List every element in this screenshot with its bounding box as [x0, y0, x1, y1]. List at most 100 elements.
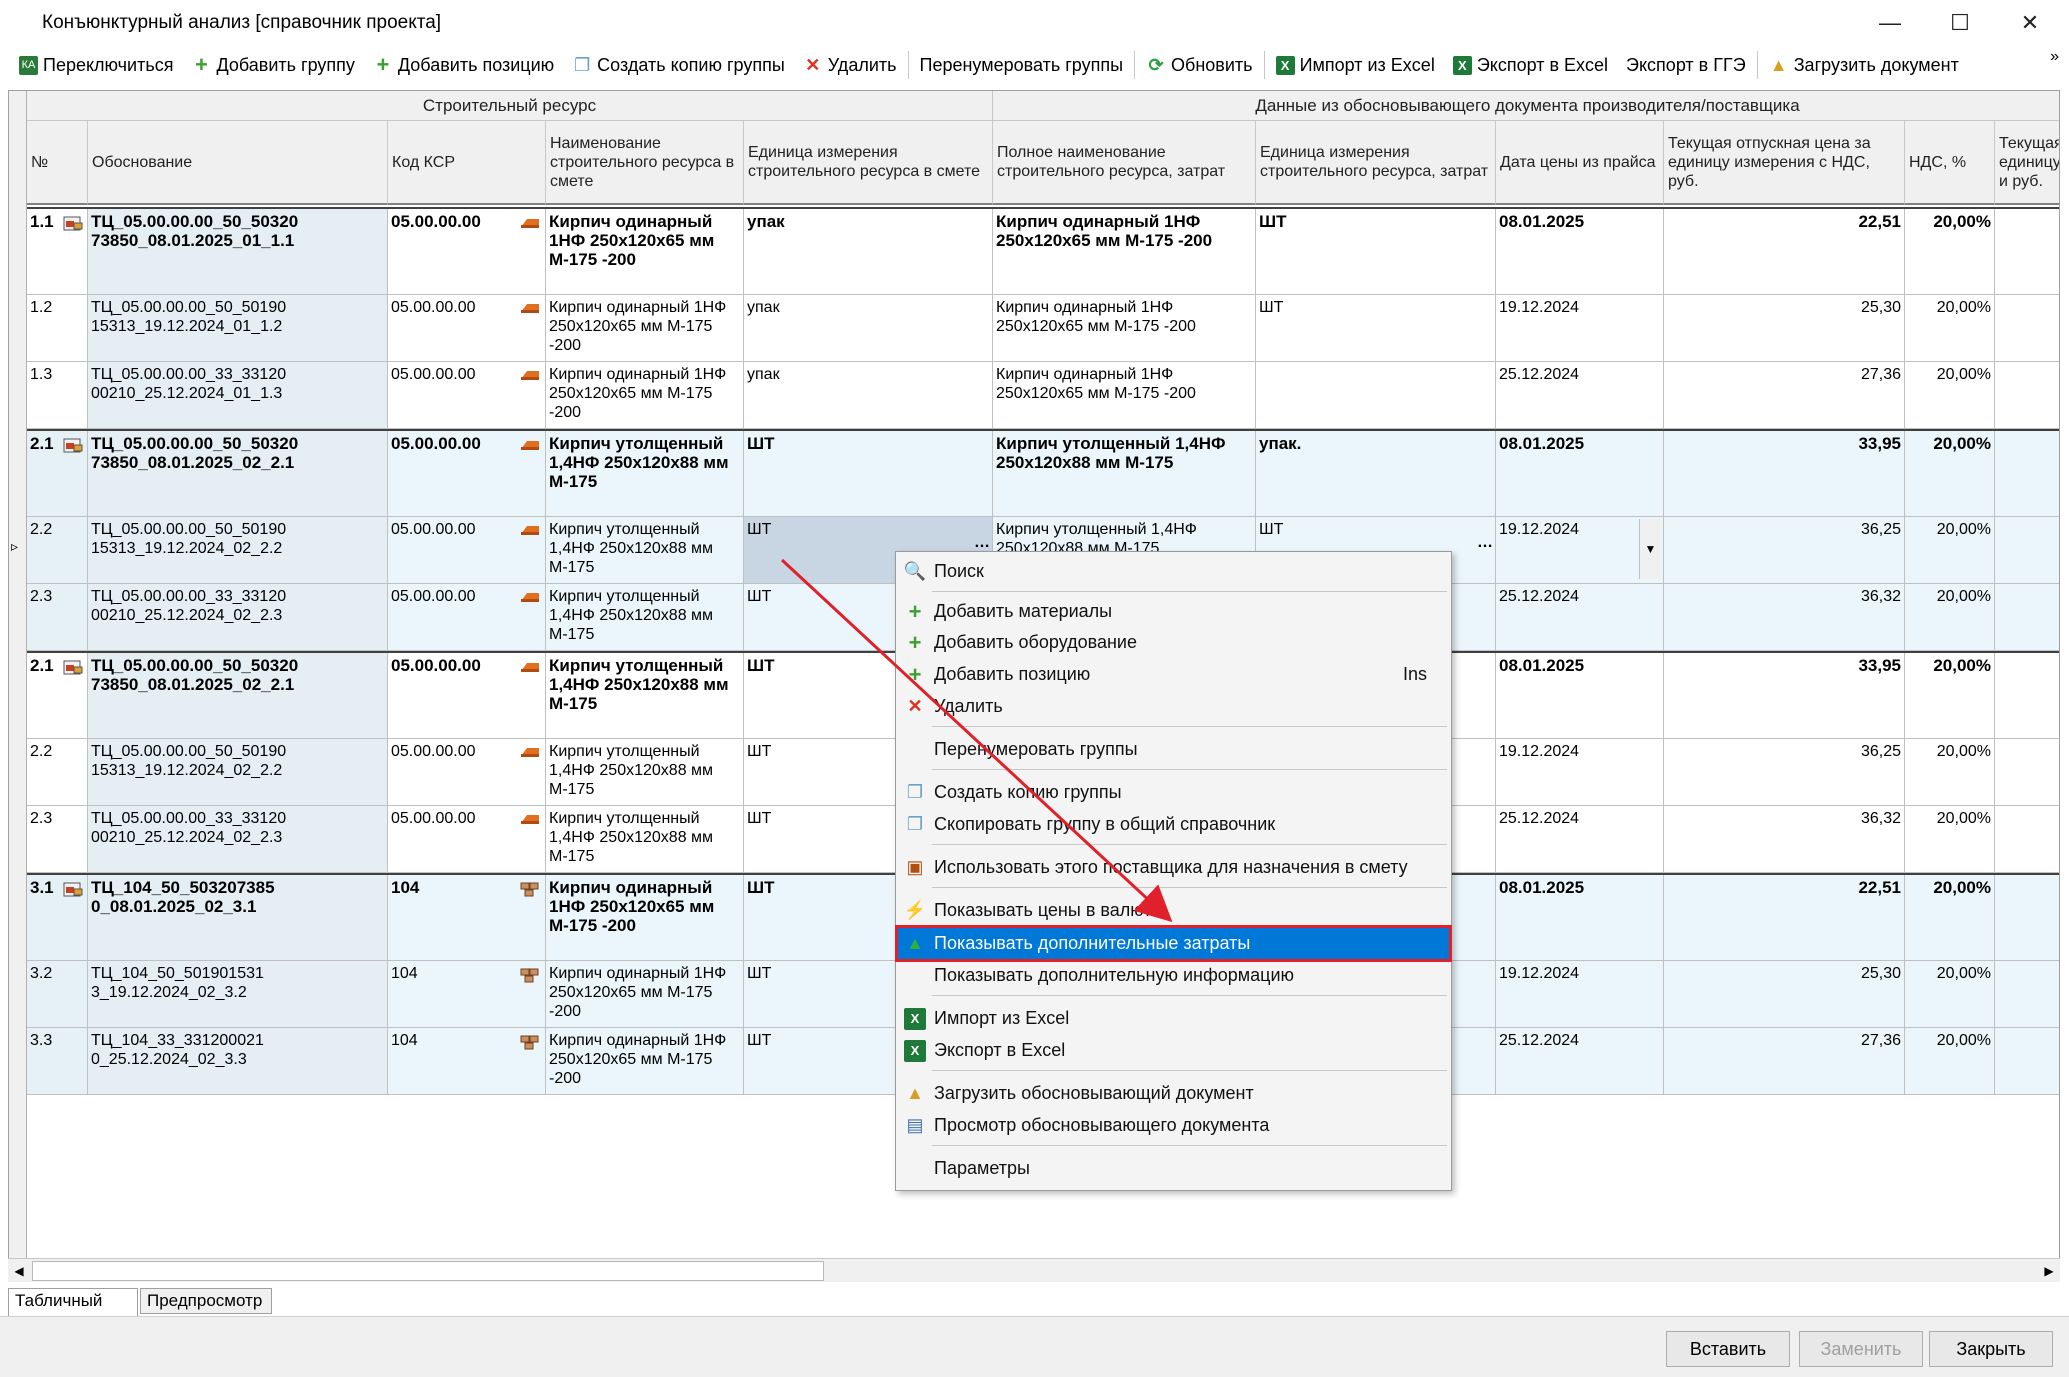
cell-num[interactable]: 2.2	[27, 739, 88, 806]
export-gge-button[interactable]: Экспорт в ГГЭ	[1617, 49, 1755, 81]
menu-item-renumber[interactable]: Перенумеровать группы	[898, 734, 1449, 765]
cell-cur[interactable]	[1995, 584, 2059, 651]
cell-ksr[interactable]: 05.00.00.00	[388, 584, 546, 651]
cell-date[interactable]: 19.12.2024 ▼	[1496, 517, 1664, 584]
cell-basis[interactable]: ТЦ_104_50_503207385 0_08.01.2025_02_3.1	[88, 875, 388, 961]
table-row[interactable]: 1.1 ТЦ_05.00.00.00_50_50320 73850_08.01.2…	[27, 207, 2059, 295]
menu-item-export-excel[interactable]: X Экспорт в Excel	[898, 1035, 1449, 1066]
cell-basis[interactable]: ТЦ_05.00.00.00_50_50320 73850_08.01.2025…	[88, 653, 388, 739]
menu-item-copy-to-common[interactable]: ❐ Скопировать группу в общий справочник	[898, 809, 1449, 840]
cell-ksr[interactable]: 05.00.00.00	[388, 806, 546, 873]
cell-price[interactable]: 22,51	[1664, 875, 1905, 961]
cell-num[interactable]: 2.1	[27, 431, 88, 517]
cell-date[interactable]: 25.12.2024	[1496, 1028, 1664, 1095]
cell-name[interactable]: Кирпич утолщенный 1,4НФ 250х120х88 мм М-…	[546, 739, 744, 806]
cell-ksr[interactable]: 104	[388, 961, 546, 1028]
cell-date[interactable]: 08.01.2025	[1496, 653, 1664, 739]
cell-cur[interactable]	[1995, 295, 2059, 362]
cell-ksr[interactable]: 05.00.00.00	[388, 295, 546, 362]
tab-preview[interactable]: Предпросмотр	[140, 1288, 272, 1314]
menu-item-params[interactable]: Параметры	[898, 1153, 1449, 1184]
cell-date[interactable]: 19.12.2024	[1496, 739, 1664, 806]
cell-ksr[interactable]: 05.00.00.00	[388, 431, 546, 517]
cell-cur[interactable]	[1995, 806, 2059, 873]
cell-date[interactable]: 25.12.2024	[1496, 362, 1664, 429]
cell-date[interactable]: 08.01.2025	[1496, 875, 1664, 961]
cell-fullname[interactable]: Кирпич утолщенный 1,4НФ 250х120х88 мм М-…	[993, 431, 1256, 517]
cell-vat[interactable]: 20,00%	[1905, 295, 1995, 362]
switch-button[interactable]: КА Переключиться	[10, 49, 182, 81]
close-icon[interactable]: ✕	[1995, 0, 2065, 46]
cell-vat[interactable]: 20,00%	[1905, 1028, 1995, 1095]
cell-cur[interactable]	[1995, 1028, 2059, 1095]
cell-ksr[interactable]: 05.00.00.00	[388, 653, 546, 739]
menu-item-show-extra-costs[interactable]: ▲ Показывать дополнительные затраты	[895, 925, 1452, 962]
cell-num[interactable]: 1.2	[27, 295, 88, 362]
cell-name[interactable]: Кирпич утолщенный 1,4НФ 250х120х88 мм М-…	[546, 653, 744, 739]
col-header-vat[interactable]: НДС, %	[1905, 121, 1995, 205]
menu-item-use-supplier[interactable]: ▣ Использовать этого поставщика для назна…	[898, 852, 1449, 883]
cell-num[interactable]: 1.1	[27, 209, 88, 295]
cell-vat[interactable]: 20,00%	[1905, 362, 1995, 429]
horizontal-scrollbar[interactable]: ◀ ▶	[8, 1258, 2060, 1282]
cell-num[interactable]: 2.1	[27, 653, 88, 739]
table-row[interactable]: 1.3 ТЦ_05.00.00.00_33_33120 00210_25.12.2…	[27, 362, 2059, 429]
cell-unit[interactable]: ШТ	[744, 431, 993, 517]
cell-ksr[interactable]: 104	[388, 875, 546, 961]
add-group-button[interactable]: + Добавить группу	[182, 49, 363, 81]
cell-name[interactable]: Кирпич одинарный 1НФ 250х120х65 мм М-175…	[546, 1028, 744, 1095]
cell-unit2[interactable]: ШТ	[1256, 295, 1496, 362]
cell-basis[interactable]: ТЦ_05.00.00.00_50_50190 15313_19.12.2024…	[88, 739, 388, 806]
cell-vat[interactable]: 20,00%	[1905, 875, 1995, 961]
cell-num[interactable]: 3.1	[27, 875, 88, 961]
cell-date[interactable]: 08.01.2025	[1496, 431, 1664, 517]
cell-basis[interactable]: ТЦ_05.00.00.00_50_50320 73850_08.01.2025…	[88, 431, 388, 517]
cell-date[interactable]: 19.12.2024	[1496, 295, 1664, 362]
cell-num[interactable]: 2.3	[27, 584, 88, 651]
insert-button[interactable]: Вставить	[1666, 1331, 1790, 1367]
cell-name[interactable]: Кирпич утолщенный 1,4НФ 250х120х88 мм М-…	[546, 806, 744, 873]
cell-vat[interactable]: 20,00%	[1905, 209, 1995, 295]
cell-cur[interactable]	[1995, 209, 2059, 295]
cell-num[interactable]: 2.2	[27, 517, 88, 584]
cell-num[interactable]: 3.2	[27, 961, 88, 1028]
cell-name[interactable]: Кирпич одинарный 1НФ 250х120х65 мм М-175…	[546, 362, 744, 429]
export-excel-button[interactable]: X Экспорт в Excel	[1444, 49, 1617, 81]
col-header-basis[interactable]: Обоснование	[88, 121, 388, 205]
cell-vat[interactable]: 20,00%	[1905, 431, 1995, 517]
delete-button[interactable]: ✕ Удалить	[794, 49, 906, 81]
cell-price[interactable]: 27,36	[1664, 362, 1905, 429]
col-header-ksr[interactable]: Код КСР	[388, 121, 546, 205]
cell-ksr[interactable]: 05.00.00.00	[388, 517, 546, 584]
col-header-num[interactable]: №	[27, 121, 88, 205]
ellipsis-icon[interactable]: …	[974, 533, 990, 552]
load-document-button[interactable]: ▲ Загрузить документ	[1760, 49, 1968, 81]
copy-group-button[interactable]: ❐ Создать копию группы	[563, 49, 794, 81]
import-excel-button[interactable]: X Импорт из Excel	[1267, 49, 1444, 81]
menu-item-load-doc[interactable]: ▲ Загрузить обосновывающий документ	[898, 1078, 1449, 1109]
cell-name[interactable]: Кирпич утолщенный 1,4НФ 250х120х88 мм М-…	[546, 584, 744, 651]
cell-date[interactable]: 08.01.2025	[1496, 209, 1664, 295]
cell-ksr[interactable]: 05.00.00.00	[388, 739, 546, 806]
menu-item-import-excel[interactable]: X Импорт из Excel	[898, 1003, 1449, 1034]
col-header-current[interactable]: Текущая единицу и руб.	[1995, 121, 2059, 205]
cell-name[interactable]: Кирпич утолщенный 1,4НФ 250х120х88 мм М-…	[546, 431, 744, 517]
cell-fullname[interactable]: Кирпич одинарный 1НФ 250х120х65 мм М-175…	[993, 362, 1256, 429]
cell-vat[interactable]: 20,00%	[1905, 584, 1995, 651]
cell-cur[interactable]	[1995, 875, 2059, 961]
cell-ksr[interactable]: 05.00.00.00	[388, 362, 546, 429]
cell-basis[interactable]: ТЦ_104_50_501901531 3_19.12.2024_02_3.2	[88, 961, 388, 1028]
cell-unit2[interactable]: упак.	[1256, 431, 1496, 517]
maximize-icon[interactable]: ☐	[1925, 0, 1995, 46]
renumber-button[interactable]: Перенумеровать группы	[911, 49, 1133, 81]
cell-name[interactable]: Кирпич одинарный 1НФ 250х120х65 мм М-175…	[546, 209, 744, 295]
refresh-button[interactable]: ⟳ Обновить	[1137, 49, 1262, 81]
scroll-left-icon[interactable]: ◀	[8, 1259, 30, 1283]
cell-cur[interactable]	[1995, 739, 2059, 806]
cell-fullname[interactable]: Кирпич одинарный 1НФ 250х120х65 мм М-175…	[993, 295, 1256, 362]
col-header-unit2[interactable]: Единица измерения строительного ресурса,…	[1256, 121, 1496, 205]
menu-item-show-extra-info[interactable]: Показывать дополнительную информацию	[898, 960, 1449, 991]
cell-num[interactable]: 2.3	[27, 806, 88, 873]
tab-table-view[interactable]: Табличный вид	[8, 1288, 138, 1330]
cell-basis[interactable]: ТЦ_05.00.00.00_33_33120 00210_25.12.2024…	[88, 806, 388, 873]
